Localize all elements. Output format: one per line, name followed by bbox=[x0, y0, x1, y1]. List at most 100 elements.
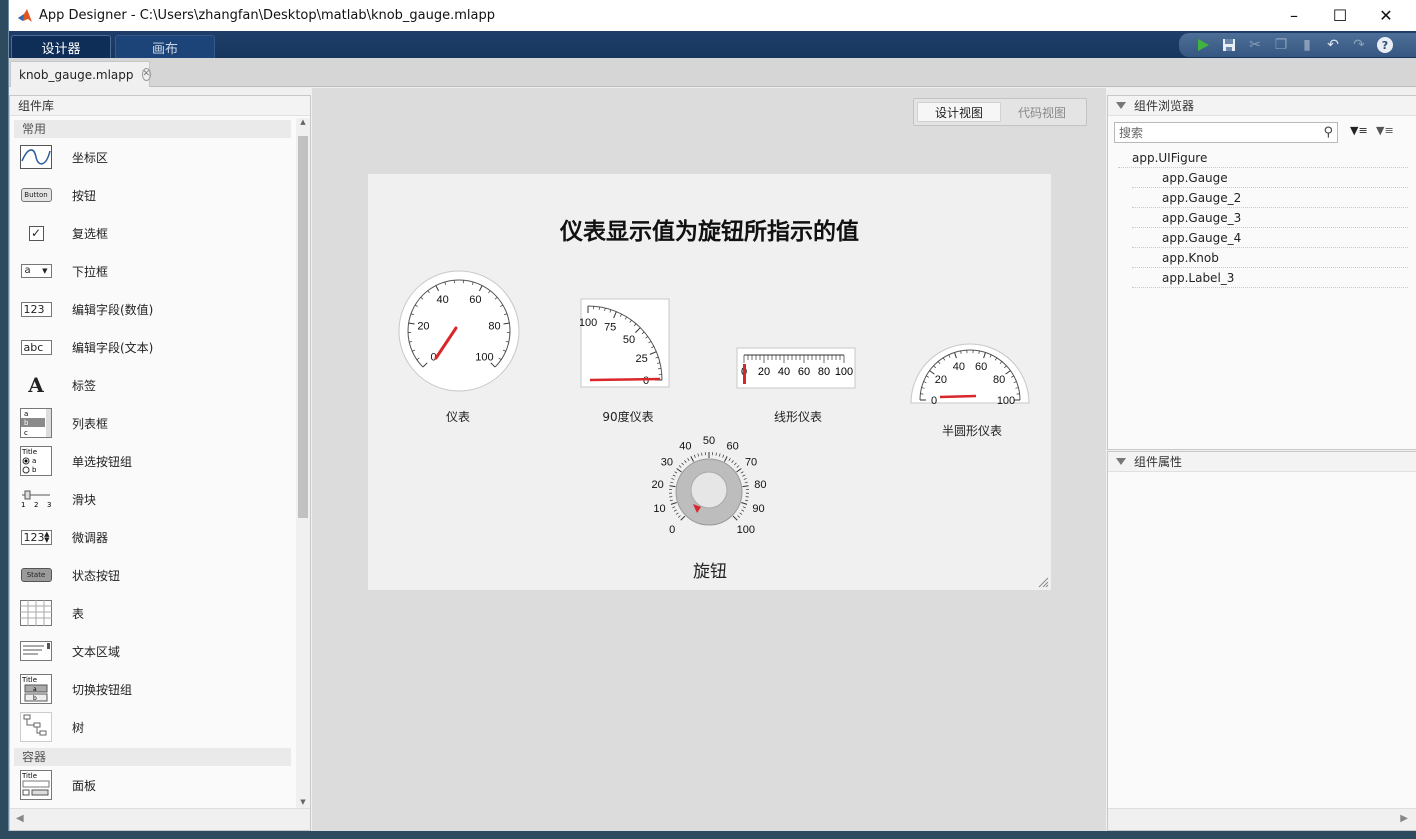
gauge-tick bbox=[739, 512, 743, 515]
axes-icon bbox=[20, 145, 52, 169]
svg-text:c: c bbox=[24, 429, 28, 437]
library-item-button[interactable]: Button 按钮 bbox=[10, 176, 295, 214]
library-item-panel[interactable]: Title 面板 bbox=[10, 766, 295, 804]
checkbox-icon: ✓ bbox=[20, 221, 52, 245]
gauge-tick bbox=[736, 468, 742, 473]
library-item-text-field[interactable]: abc 编辑字段(文本) bbox=[10, 328, 295, 366]
expand-all-icon[interactable]: ▼≡ bbox=[1350, 124, 1368, 137]
gauge-tick bbox=[740, 471, 744, 474]
linear-gauge[interactable]: 020406080100 bbox=[736, 347, 858, 391]
knob-cap bbox=[690, 471, 728, 509]
maximize-button[interactable]: ☐ bbox=[1317, 0, 1363, 31]
paste-icon[interactable]: ▮ bbox=[1297, 35, 1317, 55]
tab-canvas[interactable]: 画布 bbox=[115, 35, 215, 58]
close-tab-icon[interactable]: ✕ bbox=[141, 68, 152, 81]
scroll-right-icon[interactable]: ▶ bbox=[1400, 813, 1408, 824]
linear-gauge-label[interactable]: 线形仪表 bbox=[758, 408, 838, 425]
semicircular-gauge[interactable]: 0 20 40 60 80 100 bbox=[910, 336, 1034, 408]
tick-label: 60 bbox=[798, 366, 810, 378]
code-view-button[interactable]: 代码视图 bbox=[1001, 102, 1083, 122]
gauge-label[interactable]: 仪表 bbox=[418, 408, 498, 425]
tab-designer[interactable]: 设计器 bbox=[11, 35, 111, 58]
scrollbar-thumb[interactable] bbox=[298, 136, 308, 518]
gauge90-needle bbox=[589, 377, 661, 382]
tick-label: 80 bbox=[818, 366, 830, 378]
toggle-group-icon: Title a b bbox=[20, 674, 52, 704]
gauge-tick bbox=[669, 499, 673, 502]
library-item-table[interactable]: 表 bbox=[10, 594, 295, 632]
gauge-tick bbox=[675, 512, 679, 515]
run-icon[interactable] bbox=[1193, 35, 1213, 55]
ui-figure[interactable]: 仪表显示值为旋钮所指示的值 0 20 40 60 80 100 仪表 0 25 50 75 100… bbox=[368, 174, 1051, 590]
library-item-axes[interactable]: 坐标区 bbox=[10, 138, 295, 176]
redo-icon[interactable]: ↷ bbox=[1349, 35, 1369, 55]
design-view-button[interactable]: 设计视图 bbox=[917, 102, 1001, 122]
knob-label[interactable]: 旋钮 bbox=[670, 557, 750, 582]
gauge-tick bbox=[718, 453, 721, 457]
copy-icon[interactable]: ❐ bbox=[1271, 35, 1291, 55]
search-field[interactable]: 搜索 ⚲ bbox=[1114, 122, 1338, 143]
window-title: App Designer - C:\Users\zhangfan\Desktop… bbox=[39, 8, 496, 23]
knob[interactable]: 0 10 20 30 40 50 60 70 80 90 100 bbox=[644, 436, 774, 546]
ninety-gauge-label[interactable]: 90度仪表 bbox=[588, 408, 668, 425]
tick-label: 90 bbox=[752, 503, 764, 515]
browser-header[interactable]: 组件浏览器 bbox=[1108, 96, 1416, 116]
undo-icon[interactable]: ↶ bbox=[1323, 35, 1343, 55]
close-button[interactable]: ✕ bbox=[1363, 0, 1409, 31]
component-properties: 组件属性 ▶ bbox=[1107, 451, 1416, 831]
help-icon[interactable]: ? bbox=[1375, 35, 1395, 55]
tree-node-gauge-2[interactable]: app.Gauge_2 bbox=[1132, 188, 1408, 208]
library-item-slider[interactable]: 1 2 3 滑块 bbox=[10, 480, 295, 518]
library-scrollbar[interactable]: ▲ ▼ bbox=[296, 118, 310, 808]
gauge-tick bbox=[715, 452, 717, 456]
tree-node-gauge[interactable]: app.Gauge bbox=[1132, 168, 1408, 188]
save-icon[interactable] bbox=[1219, 35, 1239, 55]
collapse-triangle-icon[interactable] bbox=[1116, 458, 1126, 465]
tick-label: 80 bbox=[488, 320, 500, 332]
library-item-toggle-group[interactable]: Title a b 切换按钮组 bbox=[10, 670, 295, 708]
library-item-checkbox[interactable]: ✓ 复选框 bbox=[10, 214, 295, 252]
library-item-dropdown[interactable]: a ▼ 下拉框 bbox=[10, 252, 295, 290]
library-item-numeric-field[interactable]: 123 编辑字段(数值) bbox=[10, 290, 295, 328]
tree-node-gauge-4[interactable]: app.Gauge_4 bbox=[1132, 228, 1408, 248]
tick-label: 100 bbox=[580, 317, 597, 329]
search-icon[interactable]: ⚲ bbox=[1323, 125, 1333, 140]
tree-node-uifigure[interactable]: app.UIFigure bbox=[1118, 148, 1408, 168]
library-item-radio-group[interactable]: Title a b 单选按钮组 bbox=[10, 442, 295, 480]
tree-node-label-3[interactable]: app.Label_3 bbox=[1132, 268, 1408, 288]
library-item-spinner[interactable]: 123 ▲ ▼ 微调器 bbox=[10, 518, 295, 556]
library-item-tree[interactable]: 树 bbox=[10, 708, 295, 746]
semicircular-gauge-label[interactable]: 半圆形仪表 bbox=[926, 422, 1018, 439]
library-item-text-area[interactable]: 文本区域 bbox=[10, 632, 295, 670]
circular-gauge[interactable]: 02040 6080100 bbox=[396, 268, 522, 394]
gauge-tick bbox=[697, 453, 700, 457]
resize-grip-icon[interactable] bbox=[1037, 576, 1049, 588]
state-button-icon: State bbox=[20, 563, 52, 587]
library-item-state-button[interactable]: State 状态按钮 bbox=[10, 556, 295, 594]
library-item-label[interactable]: A 标签 bbox=[10, 366, 295, 404]
svg-text:Title: Title bbox=[21, 676, 37, 684]
ninety-degree-gauge[interactable]: 0 2550 75 100 bbox=[580, 298, 676, 392]
library-item-listbox[interactable]: a b c 列表框 bbox=[10, 404, 295, 442]
radio-group-icon: Title a b bbox=[20, 446, 52, 476]
tick-label: 0 bbox=[931, 395, 937, 407]
component-tree: app.UIFigure app.Gauge app.Gauge_2 app.G… bbox=[1118, 148, 1408, 288]
library-h-scrollbar[interactable]: ◀ bbox=[10, 808, 310, 830]
properties-header[interactable]: 组件属性 bbox=[1108, 452, 1416, 472]
cut-icon[interactable]: ✂ bbox=[1245, 35, 1265, 55]
figure-title-label[interactable]: 仪表显示值为旋钮所指示的值 bbox=[368, 212, 1051, 246]
tick-label: 100 bbox=[475, 351, 493, 363]
collapse-all-icon[interactable]: ▼≡ bbox=[1376, 124, 1394, 137]
collapse-triangle-icon[interactable] bbox=[1116, 102, 1126, 109]
scroll-left-icon[interactable]: ◀ bbox=[16, 813, 24, 824]
tree-node-gauge-3[interactable]: app.Gauge_3 bbox=[1132, 208, 1408, 228]
ribbon-bar: 设计器 画布 ✂ ❐ ▮ ↶ ↷ ? bbox=[9, 31, 1416, 58]
gauge-tick bbox=[669, 485, 676, 488]
tick-label: 75 bbox=[604, 321, 616, 333]
minimize-button[interactable]: – bbox=[1271, 0, 1317, 31]
design-canvas: 设计视图 代码视图 仪表显示值为旋钮所指示的值 0 20 40 60 80 100 仪表 … bbox=[312, 88, 1106, 831]
gauge-tick bbox=[723, 456, 728, 462]
doc-tab-knob-gauge[interactable]: knob_gauge.mlapp ✕ bbox=[10, 61, 152, 87]
tree-node-knob[interactable]: app.Knob bbox=[1132, 248, 1408, 268]
properties-h-scrollbar[interactable]: ▶ bbox=[1108, 808, 1416, 830]
